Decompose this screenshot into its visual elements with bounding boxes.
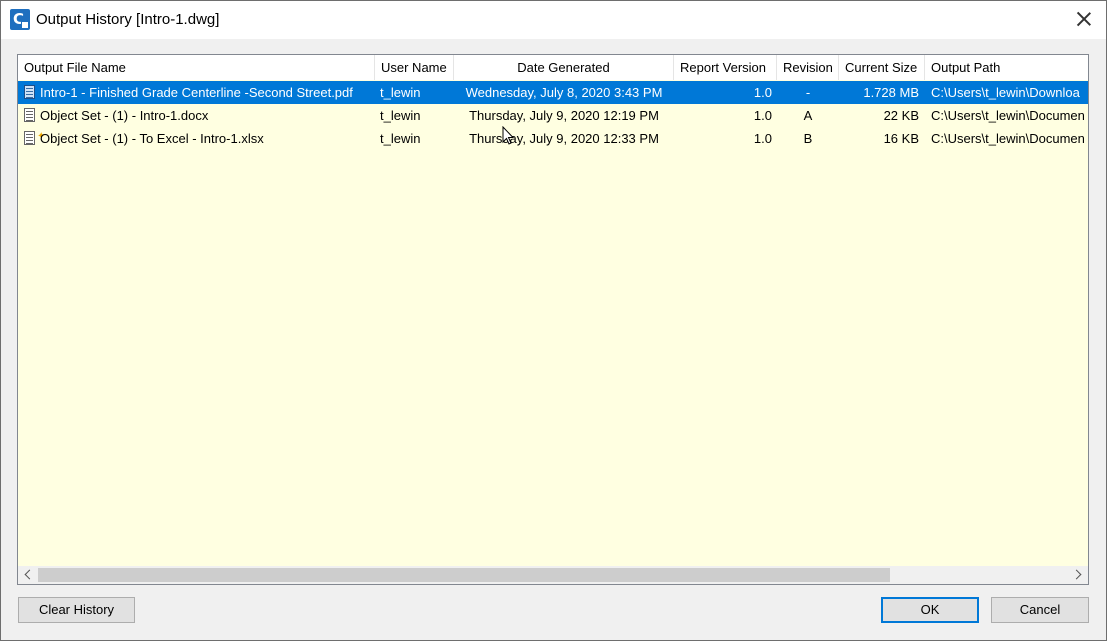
row-size: 16 KB [883, 131, 919, 146]
row-revision: A [803, 108, 813, 123]
scroll-right-arrow-icon[interactable] [1068, 566, 1088, 584]
column-header-output-path[interactable]: Output Path [925, 55, 1088, 80]
output-history-list[interactable]: Output File Name User Name Date Generate… [17, 54, 1089, 585]
column-header-date-generated[interactable]: Date Generated [454, 55, 674, 80]
window-title: Output History [Intro-1.dwg] [36, 11, 220, 28]
column-header-user-name[interactable]: User Name [375, 55, 454, 80]
column-header-revision[interactable]: Revision [777, 55, 839, 80]
table-row-selected[interactable]: Intro-1 - Finished Grade Centerline -Sec… [18, 81, 1088, 104]
row-version: 1.0 [753, 108, 772, 123]
row-version: 1.0 [753, 85, 772, 100]
report-document-icon [24, 85, 35, 99]
row-date: Thursday, July 9, 2020 12:33 PM [469, 131, 659, 146]
row-file-name: Object Set - (1) - To Excel - Intro-1.xl… [40, 131, 264, 146]
clear-history-button[interactable]: Clear History [18, 597, 135, 623]
row-size: 1.728 MB [863, 85, 919, 100]
row-date: Thursday, July 9, 2020 12:19 PM [469, 108, 659, 123]
report-document-icon [24, 108, 35, 122]
row-date: Wednesday, July 8, 2020 3:43 PM [465, 85, 663, 100]
cancel-button[interactable]: Cancel [991, 597, 1089, 623]
list-header: Output File Name User Name Date Generate… [18, 55, 1088, 80]
row-revision: B [803, 131, 813, 146]
row-file-name: Object Set - (1) - Intro-1.docx [40, 108, 209, 123]
close-icon[interactable] [1076, 10, 1092, 28]
column-header-report-version[interactable]: Report Version [674, 55, 777, 80]
row-size: 22 KB [883, 108, 919, 123]
row-path: C:\Users\t_lewin\Documen [931, 131, 1085, 146]
row-path: C:\Users\t_lewin\Downloa [931, 85, 1080, 100]
row-path: C:\Users\t_lewin\Documen [931, 108, 1085, 123]
row-file-name: Intro-1 - Finished Grade Centerline -Sec… [40, 85, 353, 100]
row-version: 1.0 [753, 131, 772, 146]
column-header-output-file-name[interactable]: Output File Name [18, 55, 375, 80]
table-row[interactable]: ✦ Object Set - (1) - To Excel - Intro-1.… [18, 127, 1088, 150]
new-report-document-icon: ✦ [24, 131, 45, 145]
scrollbar-thumb[interactable] [38, 568, 890, 582]
row-revision: - [805, 85, 811, 100]
table-row[interactable]: Object Set - (1) - Intro-1.docx t_lewin … [18, 104, 1088, 127]
ok-button[interactable]: OK [881, 597, 979, 623]
scroll-left-arrow-icon[interactable] [18, 566, 38, 584]
row-user: t_lewin [380, 108, 421, 123]
row-user: t_lewin [380, 131, 421, 146]
horizontal-scrollbar[interactable] [18, 566, 1088, 584]
column-header-current-size[interactable]: Current Size [839, 55, 925, 80]
civil3d-app-icon: C [10, 9, 30, 30]
title-bar: C Output History [Intro-1.dwg] [0, 0, 1107, 39]
row-user: t_lewin [380, 85, 421, 100]
